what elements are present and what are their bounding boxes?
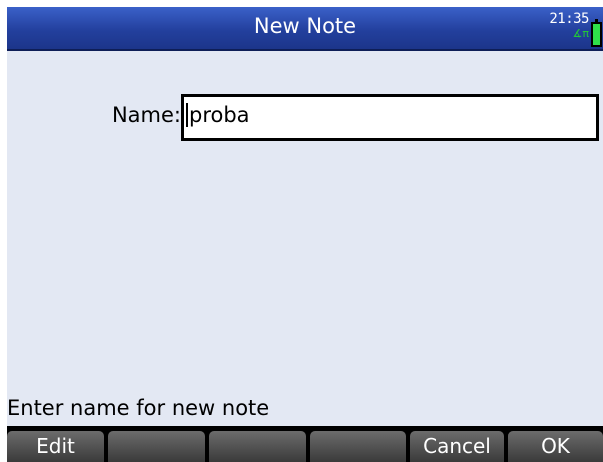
name-row: Name: proba bbox=[7, 94, 603, 142]
name-input-value: proba bbox=[186, 103, 250, 127]
name-input[interactable]: proba bbox=[181, 94, 599, 141]
title-bar: New Note 21:35 ∡π bbox=[7, 7, 603, 51]
softkey-3[interactable] bbox=[209, 431, 306, 462]
cancel-softkey[interactable]: Cancel bbox=[410, 431, 504, 462]
clock: 21:35 bbox=[549, 11, 589, 27]
calculator-screen: New Note 21:35 ∡π Name: proba Enter name… bbox=[7, 7, 603, 462]
battery-icon bbox=[591, 19, 602, 47]
softkey-bar: Edit Cancel OK bbox=[7, 426, 603, 462]
page-title: New Note bbox=[253, 14, 357, 38]
edit-softkey[interactable]: Edit bbox=[7, 431, 104, 462]
softkey-2[interactable] bbox=[108, 431, 205, 462]
ok-softkey[interactable]: OK bbox=[508, 431, 603, 462]
angle-mode-indicator: ∡π bbox=[572, 27, 589, 40]
softkey-4[interactable] bbox=[310, 431, 406, 462]
status-message: Enter name for new note bbox=[7, 396, 270, 420]
name-label: Name: bbox=[111, 103, 181, 127]
